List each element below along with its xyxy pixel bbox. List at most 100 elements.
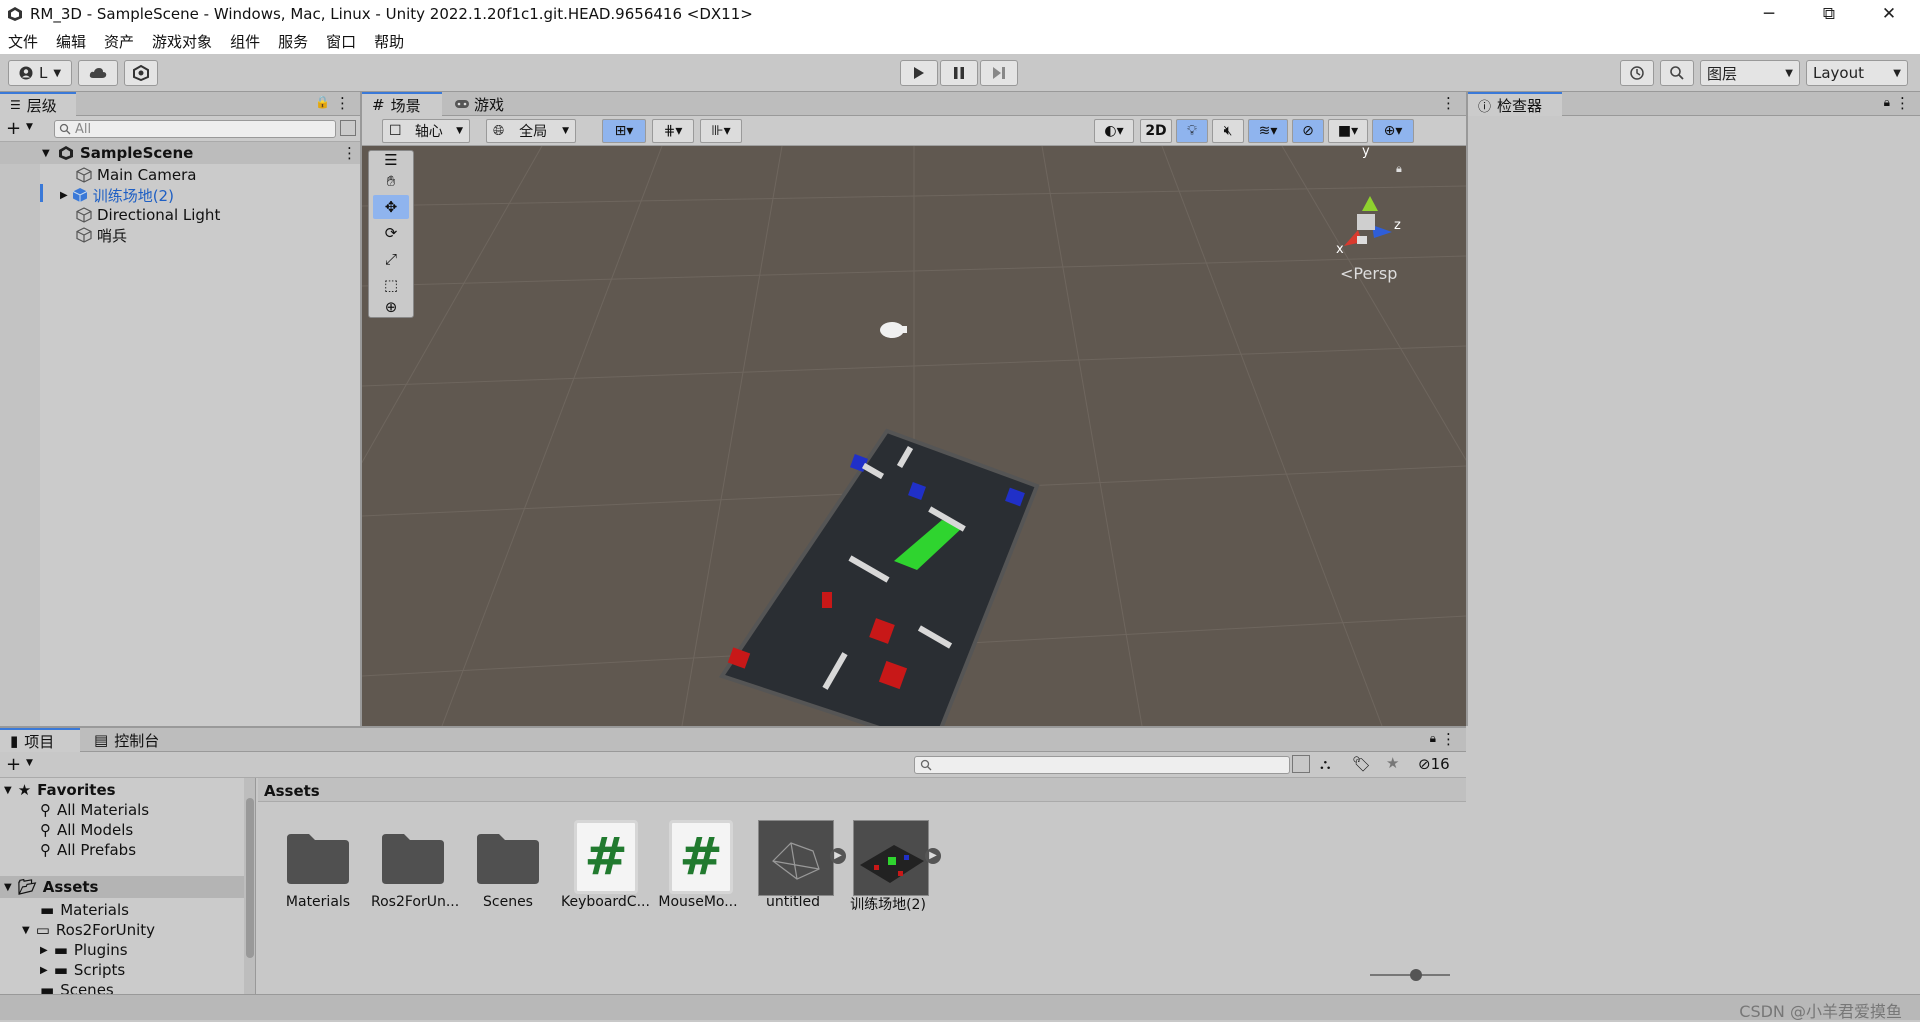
menu-help[interactable]: 帮助	[374, 31, 404, 52]
asset-item[interactable]: Scenes	[466, 818, 550, 910]
list-item[interactable]: ⚲ All Models	[40, 820, 133, 840]
filter-icon[interactable]	[1292, 755, 1310, 773]
maximize-button[interactable]: ⧉	[1800, 0, 1858, 28]
tab-scene[interactable]: # 场景	[362, 92, 442, 116]
hierarchy-search-input[interactable]: All	[54, 120, 336, 138]
scale-tool-icon[interactable]: ⤢	[373, 247, 409, 271]
assets-tree-row[interactable]: ▼ 📂︎ Assets	[0, 876, 255, 898]
visibility-toggle-button[interactable]: ⊘	[1292, 119, 1324, 143]
add-icon[interactable]: +	[6, 118, 21, 139]
list-item[interactable]: ▶ ▬ Scripts	[40, 960, 125, 980]
assets-breadcrumb[interactable]: Assets	[258, 778, 1466, 802]
zoom-slider-thumb[interactable]	[1410, 969, 1422, 981]
menu-assets[interactable]: 资产	[104, 31, 134, 52]
type-filter-icon[interactable]: ⛬	[1320, 755, 1331, 773]
scene-row[interactable]: ▼ SampleScene ⋮	[0, 142, 360, 164]
gizmos-button[interactable]: ⊕▾	[1372, 119, 1414, 143]
layers-dropdown[interactable]: 图层 ▼	[1700, 60, 1800, 86]
expand-arrow-icon[interactable]: ▼	[42, 143, 50, 163]
tab-inspector[interactable]: ⓘ 检查器	[1468, 92, 1562, 116]
undo-history-button[interactable]	[1620, 60, 1654, 86]
tab-hierarchy[interactable]: ☰ 层级	[0, 92, 76, 116]
list-item[interactable]: ⚲ All Materials	[40, 800, 149, 820]
more-options-icon[interactable]: ⋮	[1895, 94, 1910, 112]
lock-icon[interactable]: 🔒︎	[1430, 731, 1436, 746]
close-button[interactable]: ✕	[1860, 0, 1918, 28]
shading-mode-button[interactable]: ◐▾	[1094, 119, 1134, 143]
step-button[interactable]	[980, 60, 1018, 86]
list-item[interactable]: ▶ ▬ Plugins	[40, 940, 128, 960]
tree-scrollbar[interactable]	[244, 778, 255, 996]
rect-tool-icon[interactable]: ⬚	[373, 273, 409, 297]
tab-project[interactable]: ▮ 项目	[0, 728, 80, 752]
favorite-star-icon[interactable]: ★	[1386, 754, 1399, 772]
more-options-icon[interactable]: ⋮	[1441, 94, 1456, 112]
scene-viewport[interactable]: y z x 🔒︎ <Persp ☰ ✋︎ ✥ ⟳ ⤢ ⬚ ⊕	[362, 146, 1466, 726]
transform-tool-icon[interactable]: ⊕	[373, 297, 409, 317]
add-icon[interactable]: +	[6, 754, 21, 775]
list-item[interactable]: Directional Light	[76, 205, 220, 225]
favorites-header[interactable]: ▼ ★ Favorites	[4, 780, 116, 800]
asset-item[interactable]: Ros2ForUn...	[371, 818, 459, 910]
list-item[interactable]: ▼ ▭ Ros2ForUnity	[22, 920, 155, 940]
search-button[interactable]	[1660, 60, 1694, 86]
expand-arrow-icon[interactable]: ▶	[830, 848, 846, 864]
list-item-selected[interactable]: ▶ 训练场地(2)	[60, 185, 174, 205]
list-item[interactable]: Main Camera	[76, 165, 196, 185]
menu-services[interactable]: 服务	[278, 31, 308, 52]
hand-tool-icon[interactable]: ✋︎	[373, 169, 409, 193]
play-button[interactable]	[900, 60, 938, 86]
pause-button[interactable]	[940, 60, 978, 86]
tab-game[interactable]: 游戏	[444, 92, 514, 116]
more-options-icon[interactable]: ⋮	[342, 143, 357, 163]
more-options-icon[interactable]: ⋮	[335, 94, 350, 112]
projection-toggle[interactable]: <Persp	[1340, 264, 1397, 283]
drag-handle-icon[interactable]: ☰	[373, 151, 409, 169]
project-search-input[interactable]	[914, 756, 1290, 774]
expand-arrow-icon[interactable]: ▶	[60, 190, 68, 201]
asset-item[interactable]: # MouseMo...	[656, 818, 740, 910]
menu-edit[interactable]: 编辑	[56, 31, 86, 52]
menu-gameobject[interactable]: 游戏对象	[152, 31, 212, 52]
2d-toggle-button[interactable]: 2D	[1140, 119, 1172, 143]
grid-toggle-button[interactable]: ⊞▾	[602, 119, 646, 143]
zoom-slider[interactable]	[1370, 969, 1450, 981]
expand-arrow-icon[interactable]: ▶	[925, 848, 941, 864]
lock-icon[interactable]: 🔒︎	[1396, 162, 1402, 176]
list-item[interactable]: ▬ Materials	[40, 900, 129, 920]
lock-icon[interactable]: 🔒︎	[1884, 95, 1890, 110]
menu-window[interactable]: 窗口	[326, 31, 356, 52]
effects-button[interactable]: ≋▾	[1248, 119, 1288, 143]
move-tool-icon[interactable]: ✥	[373, 195, 409, 219]
global-dropdown[interactable]: 🌐︎ 全局 ▼	[486, 119, 576, 143]
chevron-down-icon[interactable]: ▼	[26, 758, 33, 768]
increment-snap-button[interactable]: ⊪▾	[700, 119, 742, 143]
menu-file[interactable]: 文件	[8, 31, 38, 52]
asset-item[interactable]: ▶ 训练场地(2)	[846, 818, 941, 914]
more-options-icon[interactable]: ⋮	[1441, 730, 1456, 748]
audio-toggle-button[interactable]: 🔇︎	[1212, 119, 1244, 143]
layout-dropdown[interactable]: Layout ▼	[1806, 60, 1908, 86]
snap-button[interactable]: ⋕▾	[652, 119, 694, 143]
lighting-toggle-button[interactable]: 💡︎	[1176, 119, 1208, 143]
filter-icon[interactable]	[340, 120, 356, 136]
hidden-packages-toggle[interactable]: ⊘16	[1418, 755, 1450, 773]
asset-item[interactable]: Materials	[276, 818, 360, 910]
menu-component[interactable]: 组件	[230, 31, 260, 52]
pivot-dropdown[interactable]: ☐ 轴心 ▼	[382, 119, 470, 143]
camera-settings-button[interactable]: ■▾	[1328, 119, 1368, 143]
tab-console[interactable]: ▤ 控制台	[84, 728, 180, 752]
collab-button[interactable]	[124, 60, 158, 86]
chevron-down-icon[interactable]: ▼	[26, 122, 33, 132]
list-item[interactable]: ⚲ All Prefabs	[40, 840, 136, 860]
list-item[interactable]: 哨兵	[76, 225, 127, 245]
asset-item[interactable]: # KeyboardC...	[561, 818, 650, 910]
lock-icon[interactable]: 🔒	[315, 95, 330, 109]
rotate-tool-icon[interactable]: ⟳	[373, 221, 409, 245]
cloud-button[interactable]	[78, 60, 118, 86]
account-dropdown[interactable]: L ▼	[8, 60, 72, 86]
scrollbar-thumb[interactable]	[246, 798, 254, 958]
minimize-button[interactable]: ─	[1740, 0, 1798, 28]
asset-item[interactable]: ▶ untitled	[751, 818, 846, 910]
label-filter-icon[interactable]: 🏷︎	[1352, 755, 1371, 773]
